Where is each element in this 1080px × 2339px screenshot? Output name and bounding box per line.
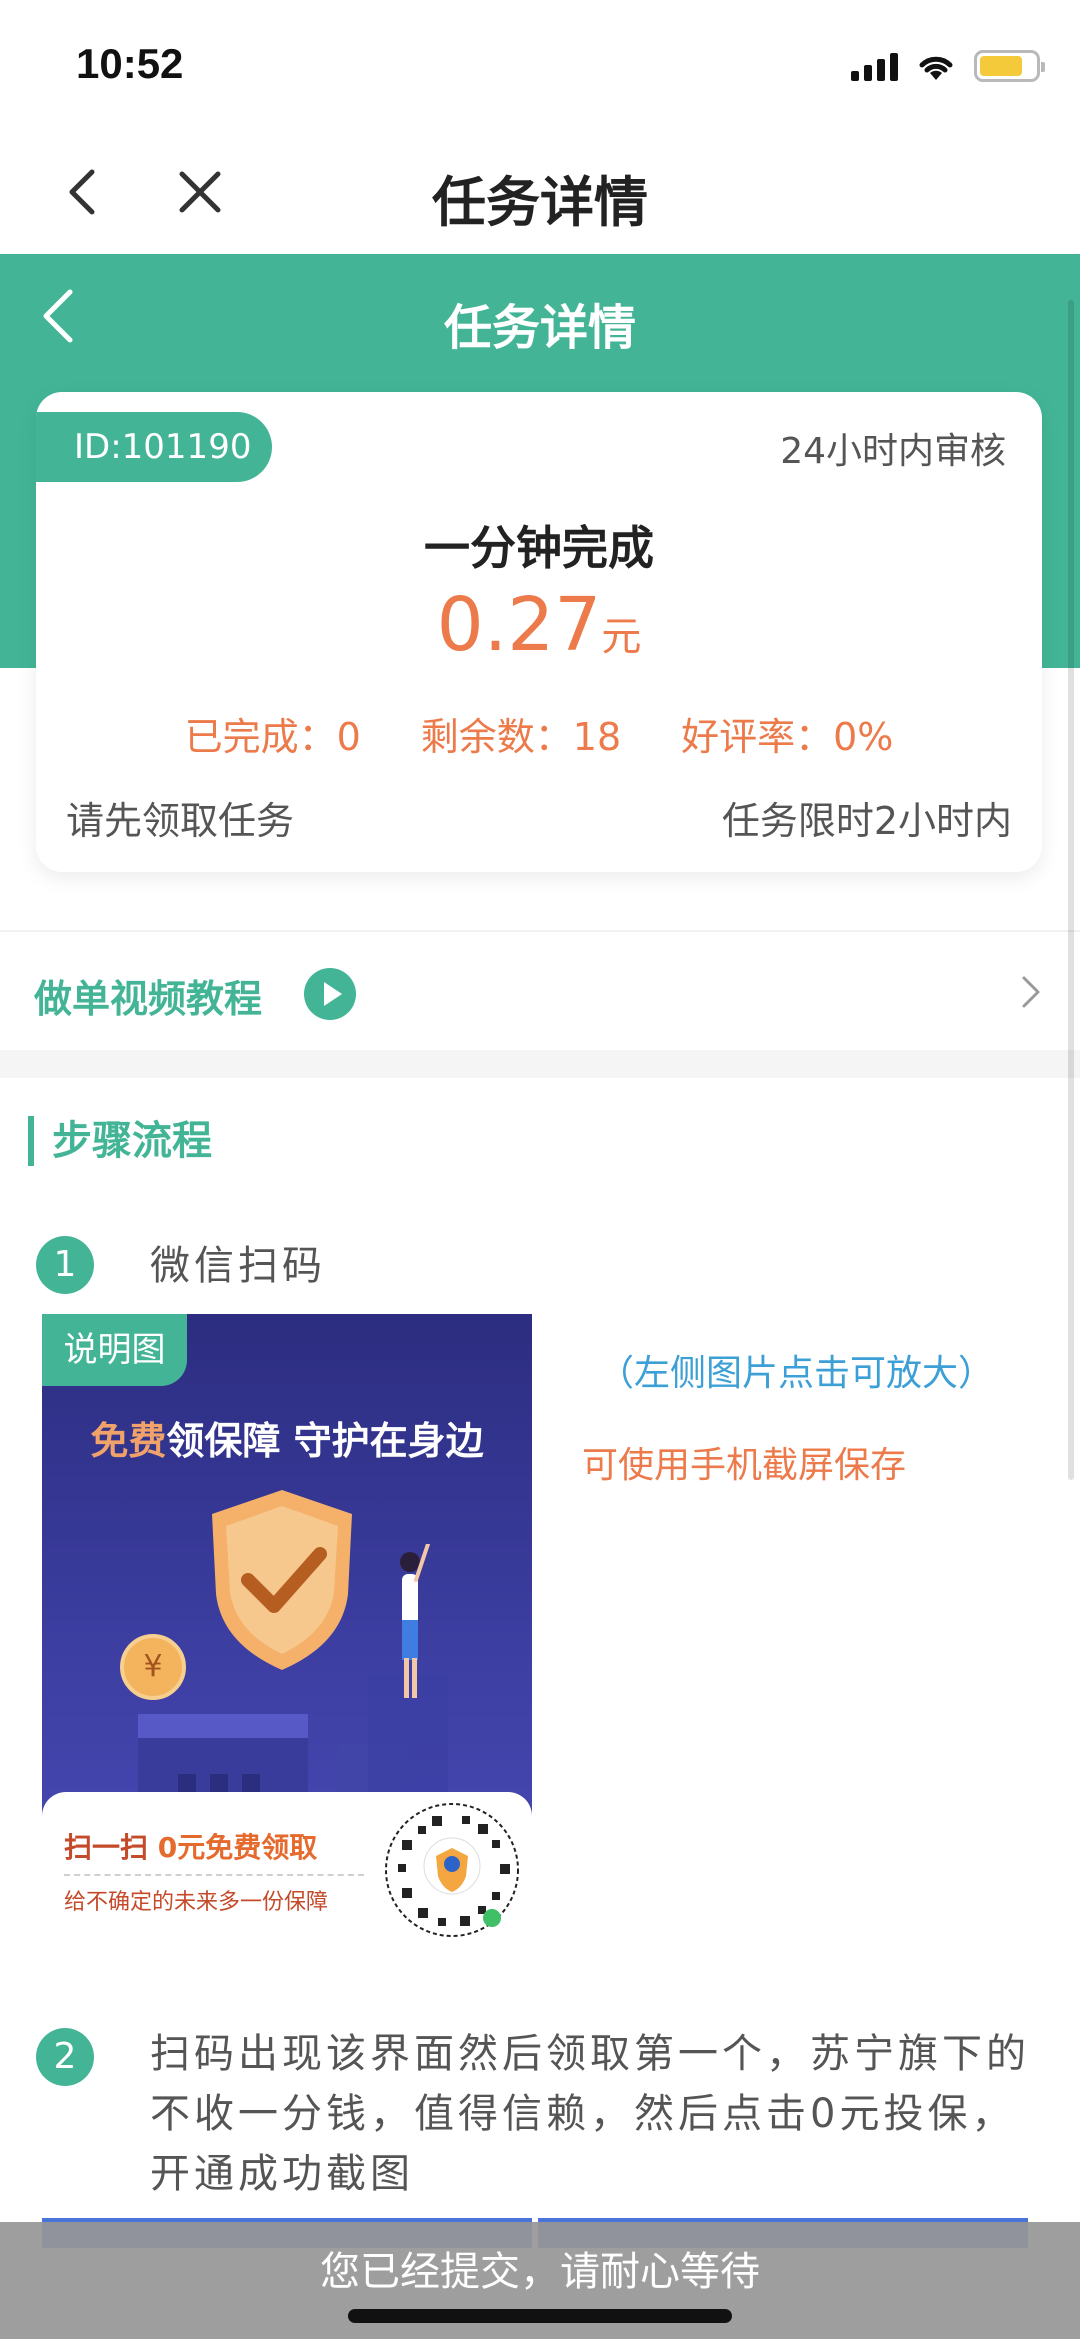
step-text: 微信扫码	[150, 1243, 326, 1289]
outer-nav-bar: 任务详情	[0, 130, 1080, 254]
scan-subtitle: 给不确定的未来多一份保障	[64, 1890, 329, 1915]
stat-remaining: 剩余数：18	[420, 715, 622, 759]
shield-icon	[212, 1490, 352, 1670]
status-icons	[851, 46, 1045, 86]
scan-prompt: 扫一扫 0元免费领取	[64, 1831, 318, 1864]
page-title: 任务详情	[443, 300, 636, 356]
status-time: 10:52	[76, 40, 184, 87]
status-bar: 10:52	[0, 0, 1080, 130]
play-icon	[304, 968, 356, 1020]
battery-icon	[974, 50, 1045, 82]
zoom-note: （左侧图片点击可放大）	[598, 1353, 995, 1394]
illustration-headline: 免费领保障 守护在身边	[90, 1419, 484, 1463]
illustration-footer: 扫一扫 0元免费领取 给不确定的未来多一份保障	[42, 1792, 532, 1950]
price-unit: 元	[601, 614, 642, 660]
steps-title: 步骤流程	[28, 1116, 212, 1166]
video-tutorial-label: 做单视频教程	[34, 977, 263, 1021]
illustration-tag: 说明图	[42, 1314, 187, 1386]
stat-rating: 好评率：0%	[681, 715, 894, 759]
step-text: 扫码出现该界面然后领取第一个，苏宁旗下的不收一分钱，值得信赖，然后点击0元投保，…	[150, 2031, 1030, 2197]
task-id-tag: ID:101190	[36, 412, 272, 482]
section-divider	[0, 1050, 1080, 1078]
scrollbar[interactable]	[1068, 300, 1074, 1480]
task-title: 一分钟完成	[424, 521, 654, 575]
task-price: 0.27元	[36, 582, 1042, 668]
claim-hint: 请先领取任务	[66, 799, 295, 843]
step-number: 2	[36, 2028, 94, 2086]
video-tutorial-row[interactable]: 做单视频教程	[0, 930, 1080, 1050]
step-number: 1	[36, 1236, 94, 1294]
yuan-coin-icon: ¥	[120, 1634, 186, 1700]
person-illustration	[400, 1544, 430, 1698]
price-amount: 0.27	[436, 582, 602, 668]
qr-code-icon	[385, 1803, 519, 1937]
chevron-right-icon	[1022, 976, 1040, 1008]
wifi-icon	[919, 56, 953, 80]
instruction-image[interactable]: 免费领保障 守护在身边 ¥ 扫一扫 0元免费领取 给不确定的未来多一份保障 说明…	[42, 1314, 532, 1950]
outer-page-title: 任务详情	[432, 171, 648, 234]
task-stats: 已完成：0 剩余数：18 好评率：0%	[36, 706, 1042, 761]
task-card: ID:101190 24小时内审核 一分钟完成 0.27元 已完成：0 剩余数：…	[36, 392, 1042, 872]
review-time: 24小时内审核	[780, 431, 1006, 472]
screenshot-note: 可使用手机截屏保存	[582, 1445, 907, 1486]
time-limit: 任务限时2小时内	[721, 799, 1012, 843]
cellular-signal-icon	[851, 51, 898, 81]
home-indicator[interactable]	[348, 2309, 732, 2323]
stat-completed: 已完成：0	[184, 715, 361, 759]
